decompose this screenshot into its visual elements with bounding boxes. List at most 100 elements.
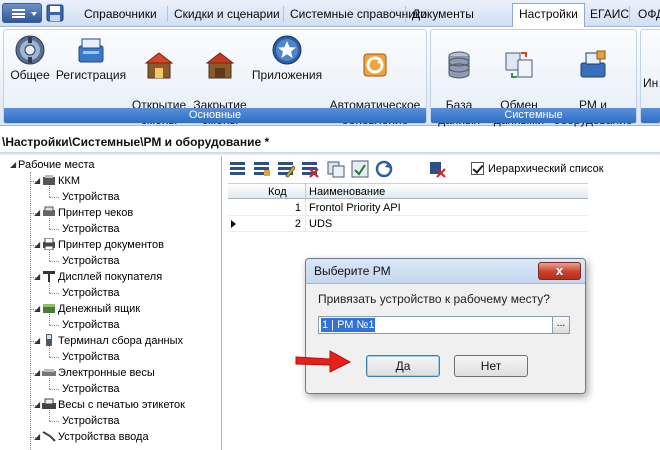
customer-display-icon: [43, 271, 55, 282]
update-icon: [363, 53, 387, 77]
column-header-code[interactable]: Код: [240, 184, 306, 200]
ribbon: Общее Регистрация Открытие смены: [0, 27, 660, 127]
tree-item[interactable]: ◢ Принтер документов: [34, 237, 164, 253]
table-row[interactable]: 2 UDS: [228, 216, 588, 232]
tree-panel[interactable]: ◢ Рабочие места ◢ ККМ Устройства ◢ Принтер че…: [0, 156, 222, 450]
tree-item-label: Весы с печатью этикеток: [58, 399, 185, 411]
tree-connector: [49, 410, 50, 421]
tree-root[interactable]: ◢ Рабочие места: [10, 157, 95, 173]
tree-subitem-devices[interactable]: Устройства: [62, 221, 120, 237]
column-header-name[interactable]: Наименование: [306, 184, 588, 200]
workstation-field[interactable]: 1 | РМ №1 ...: [318, 316, 570, 334]
gear-icon: [15, 35, 45, 65]
tree-item[interactable]: ◢ ККМ: [34, 173, 80, 189]
expand-arrow-icon[interactable]: ◢: [10, 157, 18, 173]
hierarchy-checkbox[interactable]: Иерархический список: [471, 161, 604, 177]
expand-arrow-icon[interactable]: ◢: [34, 429, 42, 445]
expand-arrow-icon[interactable]: ◢: [34, 173, 42, 189]
expand-arrow-icon[interactable]: ◢: [34, 237, 42, 253]
tree-connector: [49, 293, 59, 294]
app-menu-button[interactable]: [2, 3, 42, 23]
expand-arrow-icon[interactable]: ◢: [34, 333, 42, 349]
tree-subitem-devices[interactable]: Устройства: [62, 317, 120, 333]
tree-subitem-devices[interactable]: Устройства: [62, 189, 120, 205]
tab-spravochniki[interactable]: Справочники: [78, 4, 163, 26]
browse-button[interactable]: ...: [552, 316, 570, 334]
tree-item[interactable]: ◢ Электронные весы: [34, 365, 155, 381]
tree-item-label: ККМ: [58, 175, 80, 187]
checkbox-box[interactable]: [471, 162, 484, 175]
tree-item[interactable]: ◢ Терминал сбора данных: [34, 333, 183, 349]
edit-row-icon[interactable]: [277, 160, 295, 178]
general-button[interactable]: Общее: [6, 34, 54, 83]
expand-arrow-icon[interactable]: ◢: [34, 365, 42, 381]
tree-connector: [49, 314, 50, 325]
dialog-titlebar[interactable]: Выберите РМ x: [306, 259, 585, 284]
tab-discounts[interactable]: Скидки и сценарии: [168, 4, 286, 26]
ribbon-group-system: База данных Обмен данными РМ и оборудова…: [430, 29, 637, 127]
no-button[interactable]: Нет: [454, 355, 528, 377]
cash-drawer-icon: [43, 304, 55, 313]
tree-connector: [49, 218, 50, 229]
expand-arrow-icon[interactable]: ◢: [34, 269, 42, 285]
tab-documents[interactable]: Документы: [406, 4, 480, 26]
shop-open-icon: [144, 52, 174, 79]
tree-connector: [49, 282, 50, 293]
registration-button[interactable]: Регистрация: [54, 34, 128, 83]
ribbon-group-label-main: Основные: [4, 108, 426, 123]
tab-settings[interactable]: Настройки: [512, 3, 585, 28]
delete-row-icon[interactable]: [301, 160, 319, 178]
tree-item-label: Дисплей покупателя: [58, 271, 163, 283]
dialog-close-button[interactable]: x: [538, 262, 581, 280]
applications-button[interactable]: Приложения: [250, 34, 324, 83]
expand-arrow-icon[interactable]: ◢: [34, 301, 42, 317]
dialog-title: Выберите РМ: [314, 264, 391, 278]
tree-subitem-devices[interactable]: Устройства: [62, 413, 120, 429]
registration-button-label: Регистрация: [55, 68, 127, 82]
tree-item[interactable]: ◢ Весы с печатью этикеток: [34, 397, 185, 413]
copy-row-icon[interactable]: [327, 160, 345, 178]
menu-bar: Справочники Скидки и сценарии Системные …: [0, 0, 660, 28]
hierarchy-label: Иерархический список: [488, 163, 604, 175]
close-icon: x: [555, 263, 564, 278]
info-button[interactable]: Ин: [643, 76, 660, 91]
tree-connector: [49, 325, 59, 326]
tree-item[interactable]: ◢ Дисплей покупателя: [34, 269, 162, 285]
tree-connector: [49, 346, 50, 357]
row-name: UDS: [309, 218, 333, 230]
sync-icon[interactable]: [375, 160, 393, 178]
tree-subitem-devices[interactable]: Устройства: [62, 381, 120, 397]
exchange-icon: [505, 52, 533, 78]
tree-subitem-devices[interactable]: Устройства: [62, 285, 120, 301]
expand-arrow-icon[interactable]: ◢: [34, 205, 42, 221]
row-code: 2: [240, 216, 306, 232]
expand-arrow-icon[interactable]: ◢: [34, 397, 42, 413]
add-child-icon[interactable]: [253, 160, 271, 178]
receipt-printer-icon: [43, 206, 55, 216]
table-row[interactable]: 1 Frontol Priority API: [228, 200, 588, 216]
tree-root-label: Рабочие места: [18, 159, 95, 171]
workstation-field-value[interactable]: 1 | РМ №1: [321, 318, 376, 332]
grid-toolbar: Иерархический список: [223, 156, 660, 182]
data-terminal-icon: [46, 334, 52, 346]
yes-button[interactable]: Да: [366, 355, 440, 377]
info-button-label: Ин: [643, 76, 659, 90]
filter-clear-icon[interactable]: [428, 160, 446, 178]
tree-item-label: Принтер чеков: [58, 207, 134, 219]
tree-connector: [49, 229, 59, 230]
dialog-body: Привязать устройство к рабочему месту? 1…: [306, 285, 585, 393]
tree-connector: [49, 250, 50, 261]
grid-refresh-icon[interactable]: [351, 160, 369, 178]
tree-subitem-devices[interactable]: Устройства: [62, 349, 120, 365]
label-scale-icon: [42, 398, 56, 409]
tab-ofd[interactable]: ОФД: [632, 4, 660, 26]
tree-item[interactable]: ◢ Устройства ввода: [34, 429, 149, 445]
tab-egais[interactable]: ЕГАИС: [584, 4, 635, 26]
add-row-icon[interactable]: [229, 160, 247, 178]
tree-connector: [49, 421, 59, 422]
menu-lines-icon: [12, 9, 25, 18]
save-icon[interactable]: [46, 4, 64, 22]
document-printer-icon: [43, 238, 55, 250]
tree-subitem-devices[interactable]: Устройства: [62, 253, 120, 269]
kkm-icon: [43, 175, 55, 185]
